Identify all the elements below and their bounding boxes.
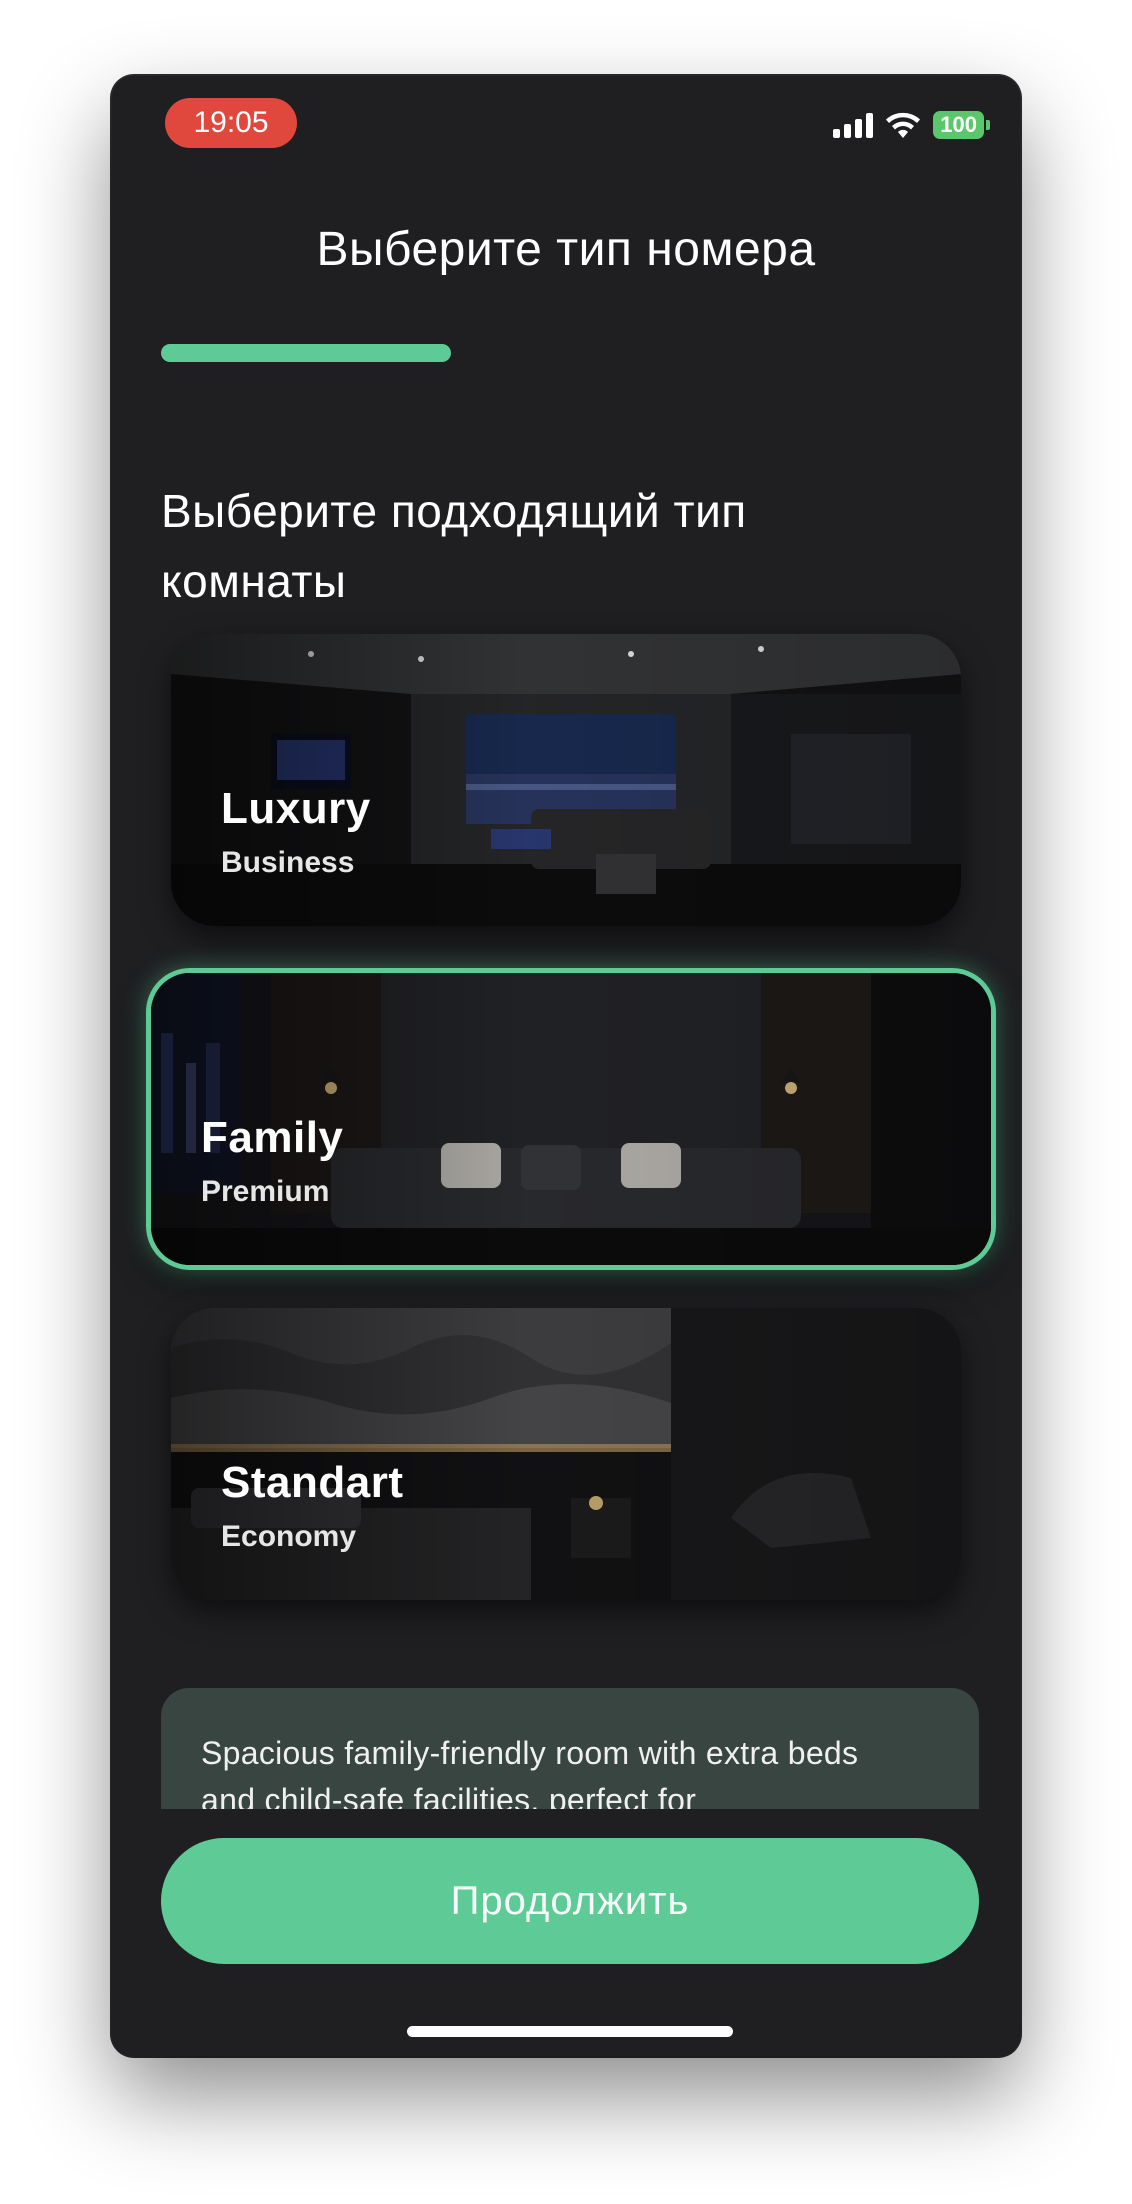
room-tier: Economy <box>221 1520 357 1553</box>
room-name: Standart <box>221 1458 404 1507</box>
signal-icon <box>833 112 874 138</box>
room-tier: Premium <box>201 1175 330 1208</box>
progress-fill <box>161 344 451 362</box>
room-card-standart[interactable]: Standart Economy <box>171 1308 961 1600</box>
battery-icon: 100 <box>933 111 990 139</box>
status-time: 19:05 <box>165 98 297 148</box>
room-card-luxury[interactable]: Luxury Business <box>171 634 961 926</box>
wifi-icon <box>886 112 921 138</box>
battery-level: 100 <box>933 111 984 139</box>
section-subtitle: Выберите подходящий тип комнаты <box>161 485 747 607</box>
phone-screen: 19:05 100 Выберите тип номера Выберите п… <box>112 76 1020 2056</box>
progress-bar <box>161 344 971 362</box>
status-icons: 100 <box>833 110 990 140</box>
home-indicator[interactable] <box>407 2026 733 2037</box>
room-name: Luxury <box>221 784 371 833</box>
room-name: Family <box>201 1113 344 1162</box>
room-card-family[interactable]: Family Premium <box>146 968 996 1270</box>
page-title: Выберите тип номера <box>316 223 816 276</box>
continue-button[interactable]: Продолжить <box>161 1838 979 1964</box>
room-tier: Business <box>221 846 355 879</box>
